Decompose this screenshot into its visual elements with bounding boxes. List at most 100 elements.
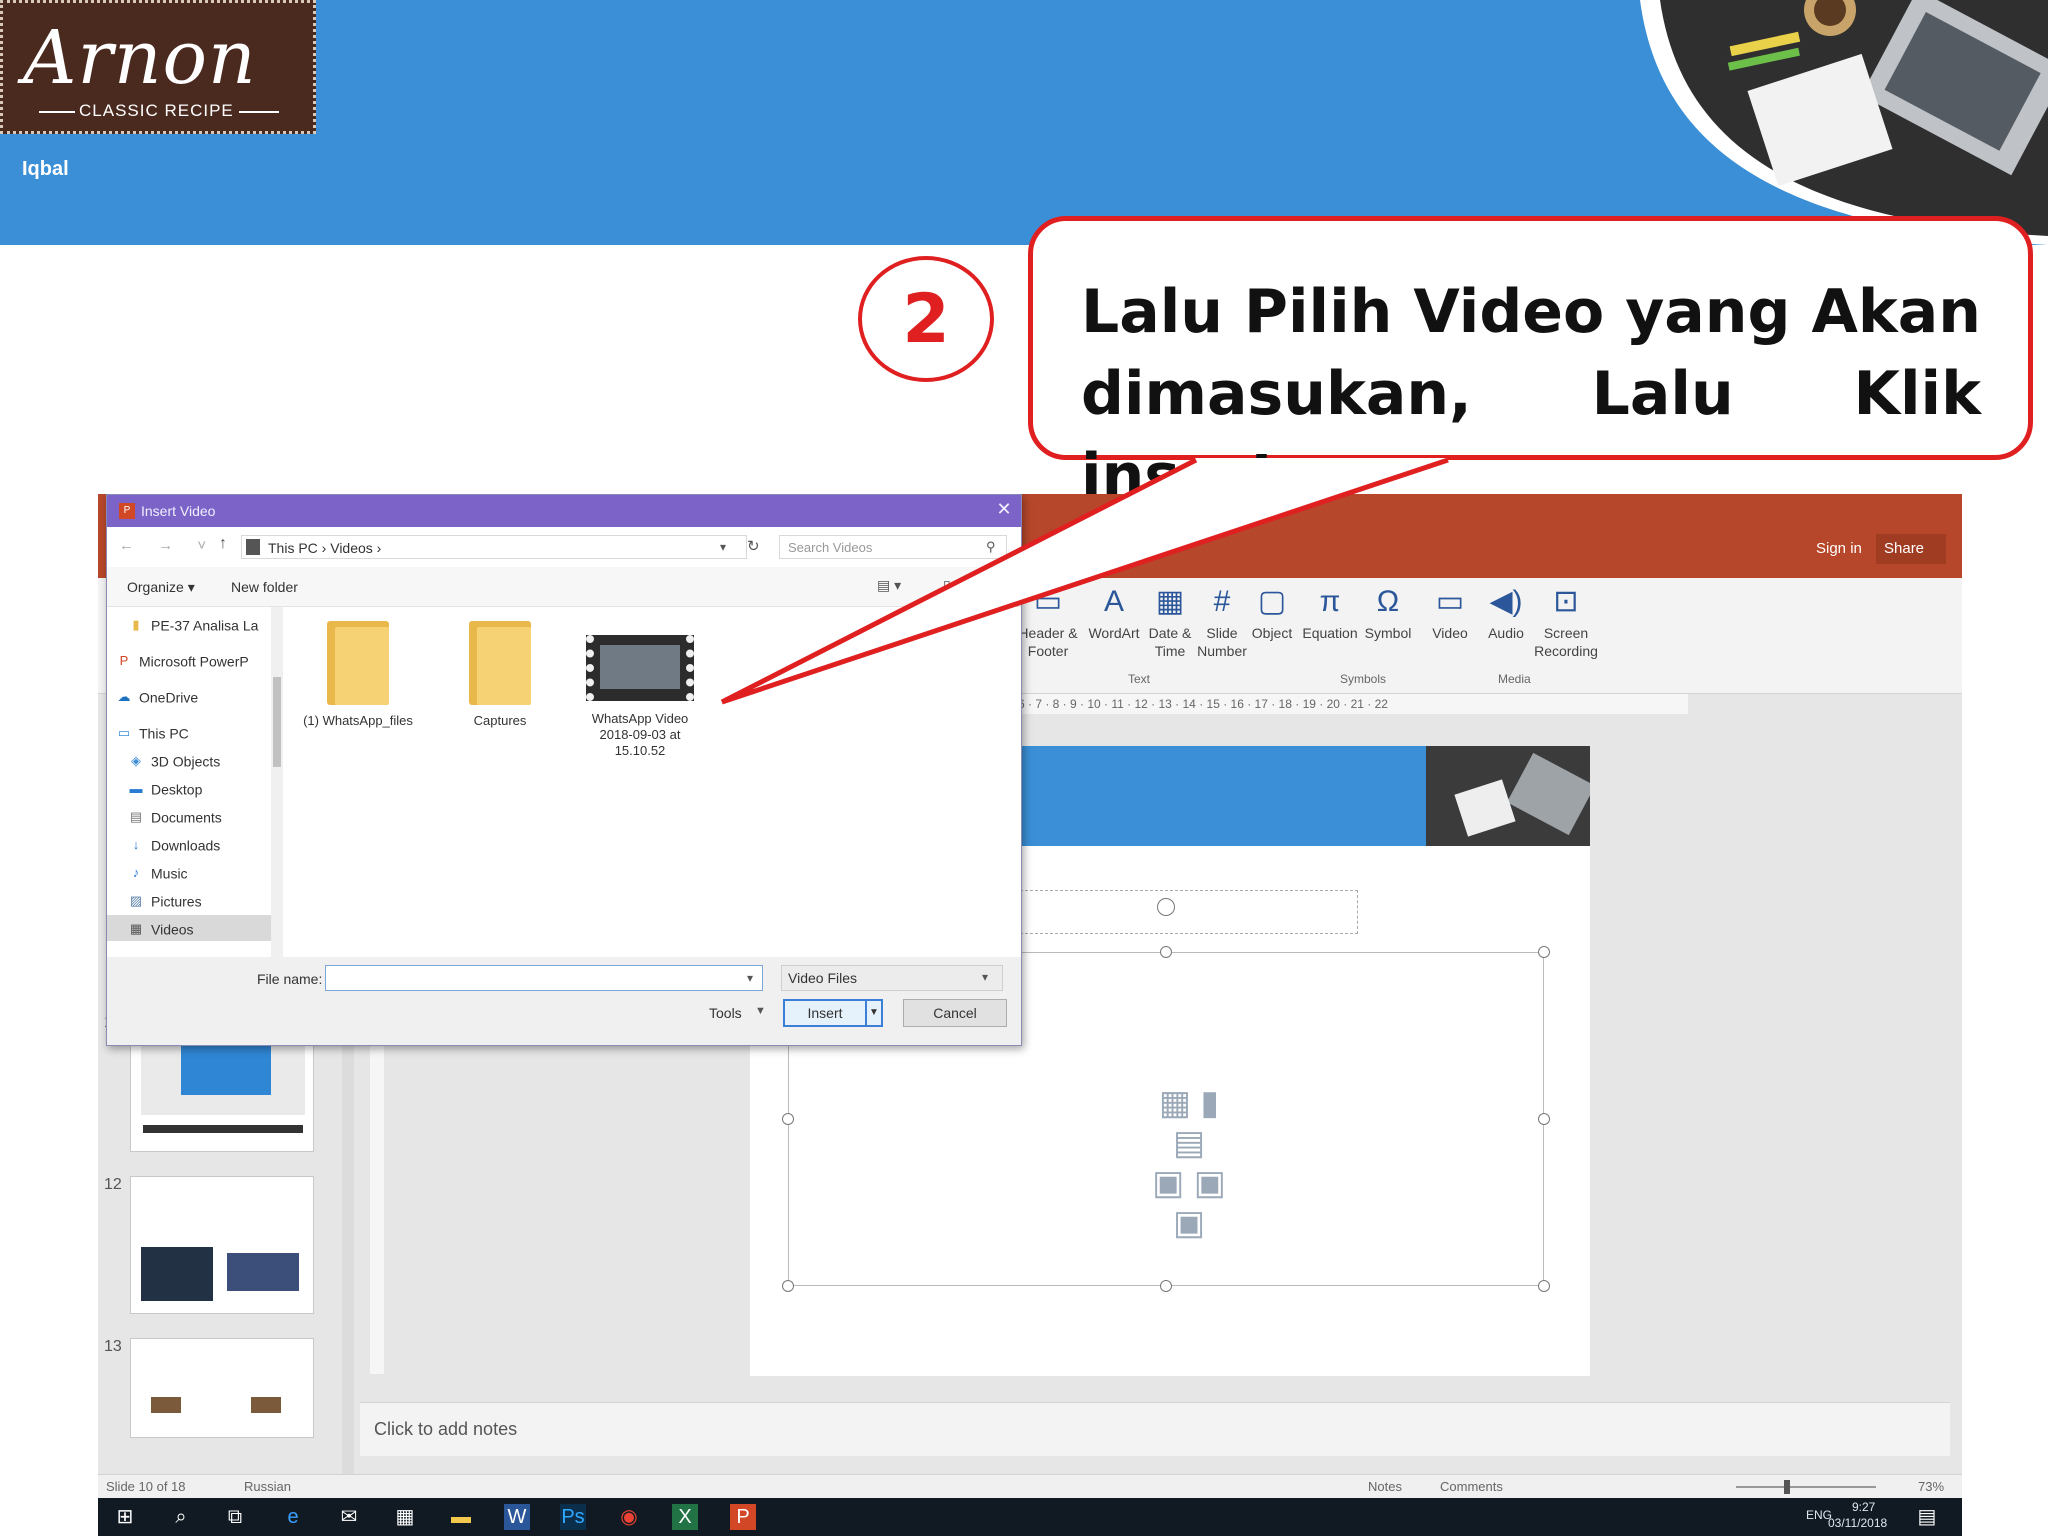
- file-item-video[interactable]: WhatsApp Video 2018-09-03 at 15.10.52: [585, 621, 695, 759]
- notes-pane[interactable]: Click to add notes: [360, 1402, 1950, 1456]
- close-icon[interactable]: ✕: [993, 499, 1015, 520]
- logo-subtitle: CLASSIC RECIPE: [79, 101, 234, 120]
- zoom-slider-thumb[interactable]: [1784, 1480, 1790, 1494]
- resize-handle-tr[interactable]: [1538, 946, 1550, 958]
- search-input[interactable]: Search Videos ⚲: [779, 535, 1007, 559]
- ribbon-button-video[interactable]: ▭ Video: [1422, 584, 1478, 642]
- tools-button[interactable]: Tools: [709, 1005, 742, 1021]
- ribbon-button-equation[interactable]: π Equation: [1302, 584, 1358, 642]
- chevron-down-icon[interactable]: ▾: [720, 540, 726, 554]
- resize-handle-bl[interactable]: [782, 1280, 794, 1292]
- slide-number-icon: #: [1213, 585, 1231, 618]
- comments-button[interactable]: Comments: [1440, 1479, 1503, 1494]
- photoshop-icon[interactable]: Ps: [560, 1504, 586, 1530]
- nav-item-pictures[interactable]: ▨ Pictures: [107, 887, 271, 913]
- nav-item-documents[interactable]: ▤ Documents: [107, 803, 271, 829]
- tray-date[interactable]: 03/11/2018: [1828, 1516, 1887, 1530]
- chevron-down-icon[interactable]: ▾: [747, 971, 753, 985]
- excel-icon[interactable]: X: [672, 1504, 698, 1530]
- music-icon: ♪: [132, 865, 140, 881]
- folder-icon: ▮: [132, 617, 140, 633]
- ribbon-button-symbol[interactable]: Ω Symbol: [1360, 584, 1416, 642]
- calculator-icon[interactable]: ▦: [392, 1504, 418, 1530]
- resize-handle-l[interactable]: [782, 1113, 794, 1125]
- nav-item-microsoft-powerp[interactable]: P Microsoft PowerP: [107, 647, 271, 673]
- new-folder-button[interactable]: New folder: [231, 579, 298, 595]
- tray-time[interactable]: 9:27: [1852, 1500, 1875, 1514]
- nav-item-label: Documents: [151, 809, 222, 826]
- computer-icon: ▭: [117, 725, 131, 741]
- file-item-folder[interactable]: Captures: [445, 621, 555, 729]
- ribbon-button-label: Equation: [1302, 625, 1358, 641]
- powerpoint-screenshot: ...at you want to do... Sign in Share ▭ H…: [98, 494, 1962, 1536]
- dialog-command-bar: Organize ▾ New folder ▤ ▾ ▯ ?: [107, 567, 1021, 607]
- search-icon[interactable]: ⌕: [168, 1504, 194, 1530]
- tell-me-box[interactable]: ...at you want to do...: [1022, 540, 1161, 557]
- slide-thumbnail-12[interactable]: [130, 1176, 314, 1314]
- ribbon-button-audio[interactable]: ◀) Audio: [1478, 584, 1534, 642]
- nav-item-onedrive[interactable]: ☁ OneDrive: [107, 683, 271, 709]
- windows-start-icon[interactable]: ⊞: [112, 1504, 138, 1530]
- language-indicator[interactable]: Russian: [244, 1479, 291, 1494]
- chrome-icon[interactable]: ◉: [616, 1504, 642, 1530]
- rotate-handle[interactable]: [1157, 898, 1175, 916]
- resize-handle-t[interactable]: [1160, 946, 1172, 958]
- file-explorer-icon[interactable]: ▬: [448, 1504, 474, 1530]
- scrollbar-thumb[interactable]: [273, 677, 281, 767]
- address-path[interactable]: This PC › Videos ›: [268, 540, 381, 556]
- header-band: Arnon CLASSIC RECIPE Iqbal: [0, 0, 2048, 245]
- file-type-select[interactable]: Video Files ▾: [781, 965, 1003, 991]
- organize-button[interactable]: Organize ▾: [127, 579, 195, 596]
- help-icon[interactable]: ?: [983, 575, 1005, 597]
- resize-handle-br[interactable]: [1538, 1280, 1550, 1292]
- share-button[interactable]: Share: [1876, 534, 1946, 564]
- address-bar[interactable]: This PC › Videos › ▾: [241, 535, 747, 559]
- slide-thumbnail-13[interactable]: [130, 1338, 314, 1438]
- file-type-value: Video Files: [788, 970, 858, 986]
- chevron-down-icon[interactable]: ▼: [755, 1005, 766, 1017]
- preview-pane-icon[interactable]: ▯: [943, 577, 951, 594]
- cancel-button[interactable]: Cancel: [903, 999, 1007, 1027]
- resize-handle-b[interactable]: [1160, 1280, 1172, 1292]
- ribbon-button-screen-recording[interactable]: ⊡ Screen Recording: [1534, 584, 1598, 660]
- task-view-icon[interactable]: ⧉: [222, 1504, 248, 1530]
- ribbon-button-header-footer[interactable]: ▭ Header & Footer: [1016, 584, 1080, 660]
- file-name-field[interactable]: [325, 965, 763, 991]
- nav-item-pe-37-analisa-la[interactable]: ▮ PE-37 Analisa La: [107, 611, 271, 637]
- file-item-folder[interactable]: (1) WhatsApp_files: [303, 621, 413, 729]
- nav-item-downloads[interactable]: ↓ Downloads: [107, 831, 271, 857]
- refresh-icon[interactable]: ↻: [747, 537, 760, 555]
- insert-options-dropdown[interactable]: ▼: [865, 999, 883, 1027]
- screen-recording-icon: ⊡: [1553, 585, 1579, 618]
- sign-in-link[interactable]: Sign in: [1816, 540, 1862, 557]
- insert-content-icons[interactable]: ▦ ▮ ▤ ▣ ▣ ▣: [1139, 1083, 1239, 1243]
- file-name: Captures: [473, 713, 527, 728]
- nav-item-desktop[interactable]: ▬ Desktop: [107, 775, 271, 801]
- mail-icon[interactable]: ✉: [336, 1504, 362, 1530]
- ribbon-button-slide-number[interactable]: # Slide Number: [1194, 584, 1250, 660]
- resize-handle-r[interactable]: [1538, 1113, 1550, 1125]
- powerpoint-icon[interactable]: P: [730, 1504, 756, 1530]
- word-icon[interactable]: W: [504, 1504, 530, 1530]
- ribbon-button-label: Audio: [1488, 625, 1524, 641]
- ribbon-button-date-time[interactable]: ▦ Date & Time: [1142, 584, 1198, 660]
- insert-button[interactable]: Insert: [783, 999, 867, 1027]
- notifications-icon[interactable]: ▤: [1914, 1504, 1940, 1530]
- ribbon-button-wordart[interactable]: A WordArt: [1086, 584, 1142, 642]
- ribbon-button-label: Symbol: [1364, 625, 1412, 641]
- nav-item-this-pc[interactable]: ▭ This PC: [107, 719, 271, 745]
- navigation-pane-scrollbar[interactable]: [271, 607, 283, 957]
- ribbon-button-object[interactable]: ▢ Object: [1244, 584, 1300, 642]
- up-arrow-icon[interactable]: ↑: [219, 535, 227, 553]
- dialog-titlebar[interactable]: P Insert Video ✕: [107, 495, 1021, 527]
- zoom-slider[interactable]: [1736, 1486, 1876, 1488]
- nav-item-3d-objects[interactable]: ◈ 3D Objects: [107, 747, 271, 773]
- nav-item-music[interactable]: ♪ Music: [107, 859, 271, 885]
- view-options-icon[interactable]: ▤ ▾: [877, 577, 901, 594]
- nav-item-videos[interactable]: ▦ Videos: [107, 915, 271, 941]
- edge-browser-icon[interactable]: e: [280, 1504, 306, 1530]
- back-forward-icons[interactable]: ← → ˅: [119, 537, 216, 554]
- zoom-level[interactable]: 73%: [1918, 1479, 1944, 1494]
- notes-button[interactable]: Notes: [1368, 1479, 1402, 1494]
- folder-icon: [327, 621, 389, 705]
